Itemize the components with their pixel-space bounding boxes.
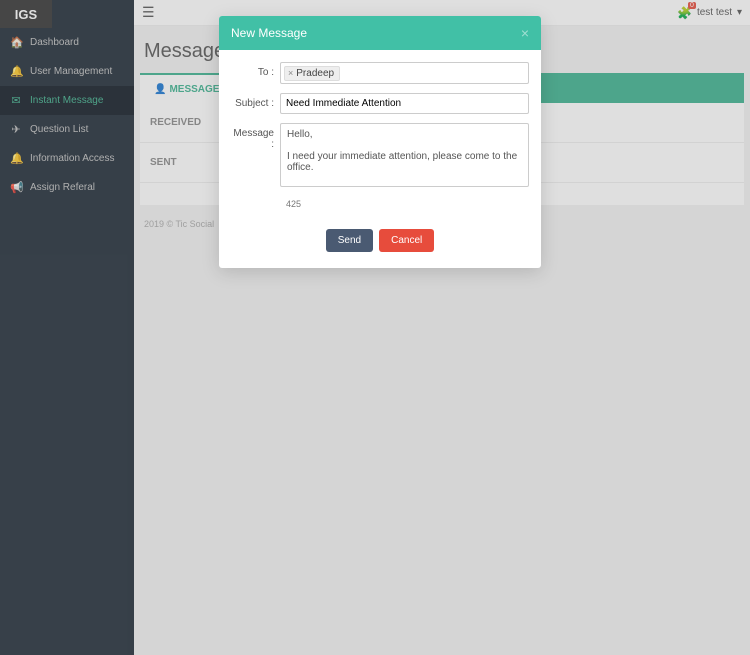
char-count: 425 [286,199,529,209]
modal-header: New Message × [219,16,541,50]
modal-body: To : × Pradeep Subject : Message : [219,50,541,221]
close-icon[interactable]: × [521,26,529,40]
modal-title: New Message [231,26,307,40]
recipient-token[interactable]: × Pradeep [284,66,340,81]
cancel-button[interactable]: Cancel [379,229,434,252]
modal-footer: Send Cancel [219,221,541,268]
subject-label: Subject : [231,93,280,109]
new-message-modal: New Message × To : × Pradeep Subject : M… [219,16,541,268]
message-label: Message : [231,123,280,150]
send-button[interactable]: Send [326,229,373,252]
to-field[interactable]: × Pradeep [280,62,529,84]
remove-token-icon[interactable]: × [288,68,293,78]
to-label: To : [231,62,280,78]
recipient-name: Pradeep [296,68,334,79]
message-textarea[interactable] [280,123,529,187]
subject-input[interactable] [280,93,529,114]
